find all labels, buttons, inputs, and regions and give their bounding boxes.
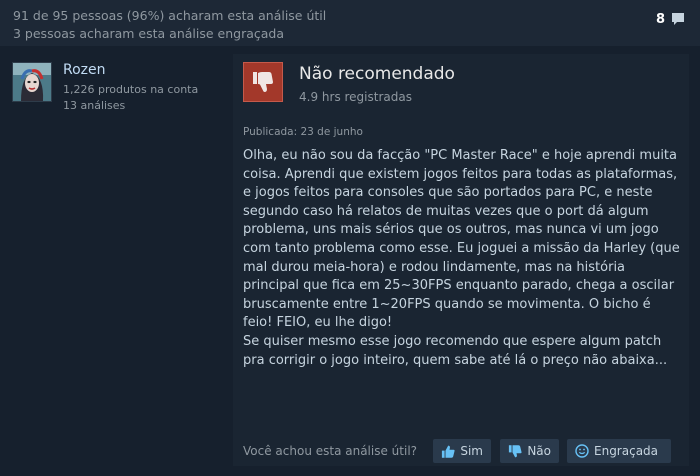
author-avatar[interactable] xyxy=(12,62,52,102)
review-header-bar: 91 de 95 pessoas (96%) acharam esta anál… xyxy=(0,0,700,46)
review-panel: Não recomendado 4.9 hrs registradas Publ… xyxy=(233,54,689,466)
thumbs-down-badge xyxy=(243,62,283,102)
hours-played: 4.9 hrs registradas xyxy=(299,90,412,104)
vote-funny-button[interactable]: Engraçada xyxy=(567,439,671,463)
author-reviews[interactable]: 13 análises xyxy=(63,99,125,112)
vote-yes-label: Sim xyxy=(460,444,483,458)
comment-bubble-icon xyxy=(672,13,684,25)
author-products[interactable]: 1,226 produtos na conta xyxy=(63,83,198,96)
helpful-count-text: 91 de 95 pessoas (96%) acharam esta anál… xyxy=(13,8,327,23)
author-name[interactable]: Rozen xyxy=(63,62,106,78)
smiley-icon xyxy=(575,444,589,458)
vote-yes-button[interactable]: Sim xyxy=(433,439,491,463)
vote-funny-label: Engraçada xyxy=(594,444,659,458)
thumbs-up-icon xyxy=(441,445,455,458)
helpful-question: Você achou esta análise útil? xyxy=(243,444,418,458)
recommendation-title: Não recomendado xyxy=(299,64,455,84)
posted-date: Publicada: 23 de junho xyxy=(243,126,363,138)
review-paragraph: Olha, eu não sou da facção "PC Master Ra… xyxy=(243,148,680,331)
funny-count-text: 3 pessoas acharam esta análise engraçada xyxy=(13,26,285,41)
comment-count: 8 xyxy=(655,11,665,27)
review-paragraph: Se quiser mesmo esse jogo recomendo que … xyxy=(243,333,668,368)
thumbs-down-icon xyxy=(253,72,273,92)
vote-no-button[interactable]: Não xyxy=(500,439,559,463)
comment-count-link[interactable]: 8 xyxy=(656,11,686,27)
review-body: Olha, eu não sou da facção "PC Master Ra… xyxy=(243,147,683,370)
vote-no-label: Não xyxy=(527,444,551,458)
thumbs-down-icon xyxy=(508,444,522,457)
